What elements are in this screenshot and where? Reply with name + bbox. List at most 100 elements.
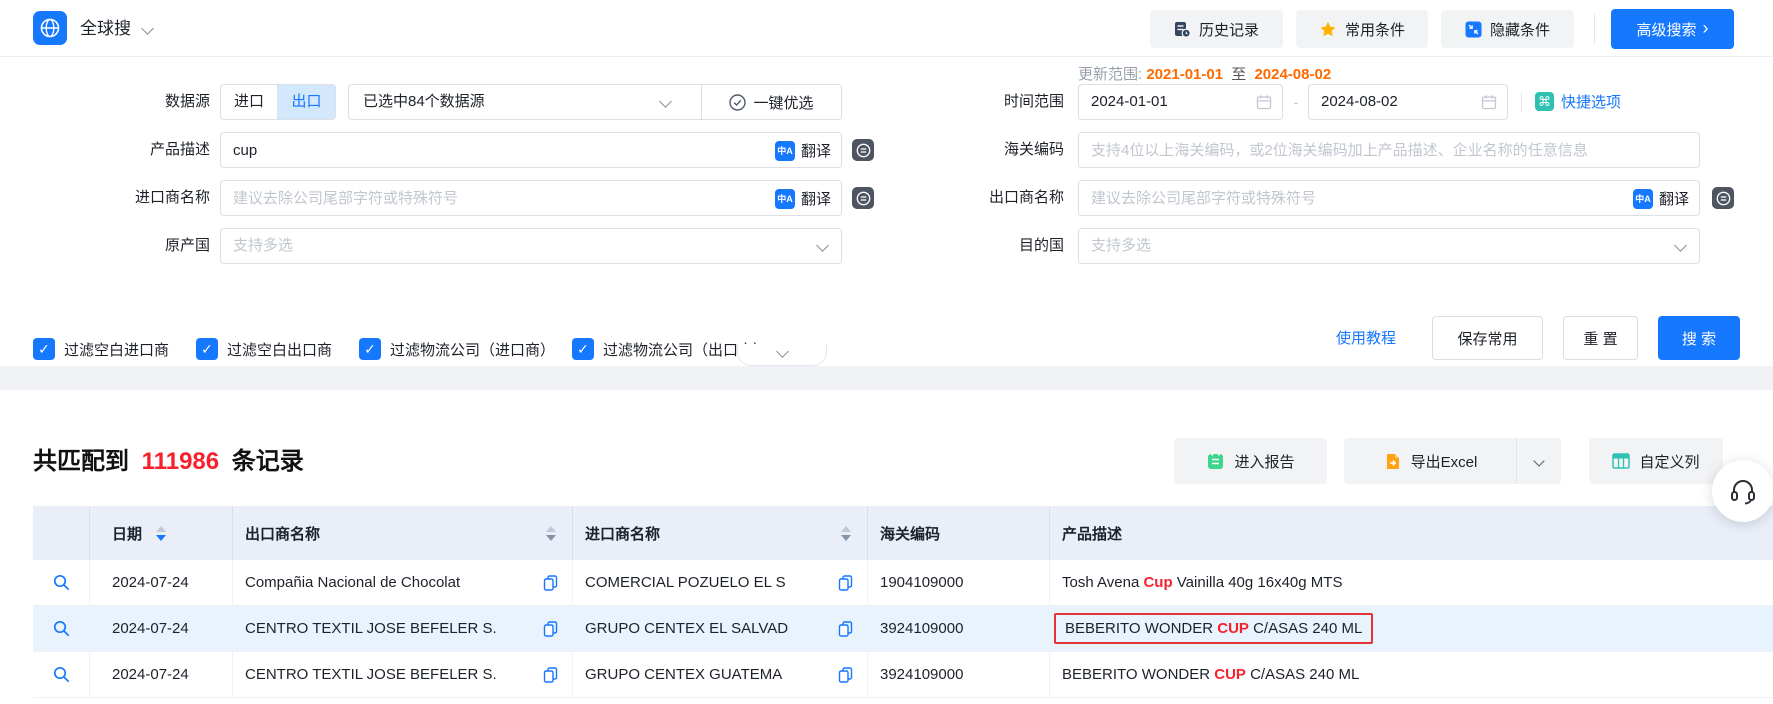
favorites-button[interactable]: 常用条件 <box>1296 10 1428 48</box>
app-switcher-chevron-icon[interactable] <box>141 22 154 35</box>
cell-product: BEBERITO WONDER CUP C/ASAS 240 ML <box>1050 606 1773 651</box>
collapse-icon <box>1465 21 1482 38</box>
data-source-select[interactable]: 已选中84个数据源 一键优选 <box>348 84 842 120</box>
copy-icon[interactable] <box>543 621 558 637</box>
globe-icon <box>38 16 62 40</box>
time-range-label: 时间范围 <box>864 84 1064 120</box>
history-button[interactable]: 历史记录 <box>1150 10 1283 48</box>
annotation-red-box: BEBERITO WONDER CUP C/ASAS 240 ML <box>1054 613 1373 644</box>
table-row: 2024-07-24 Compañia Nacional de Chocolat… <box>33 560 1773 606</box>
caret-up-icon <box>841 526 851 532</box>
cell-importer: GRUPO CENTEX GUATEMA <box>585 666 782 683</box>
one-click-optimize-label: 一键优选 <box>753 92 813 113</box>
translate-button[interactable]: 中A 翻译 <box>1633 188 1689 209</box>
origin-country-placeholder: 支持多选 <box>233 229 293 263</box>
importer-name-input[interactable] <box>221 181 841 215</box>
results-count: 111986 <box>142 448 219 475</box>
excel-export-icon <box>1383 452 1402 471</box>
header-exporter: 出口商名称 <box>233 506 573 560</box>
export-excel-button[interactable]: 导出Excel <box>1344 438 1517 484</box>
hide-conditions-label: 隐藏条件 <box>1490 19 1550 40</box>
quick-options-button[interactable]: 快捷选项 <box>1535 91 1621 112</box>
divider <box>1521 92 1522 112</box>
advanced-search-button[interactable]: 高级搜索 <box>1611 9 1734 49</box>
date-end-value: 2024-08-02 <box>1321 85 1398 119</box>
translate-button[interactable]: 中A 翻译 <box>775 188 831 209</box>
customer-support-button[interactable] <box>1712 460 1773 522</box>
one-click-optimize-button[interactable]: 一键优选 <box>701 85 842 119</box>
filter-blank-importer-checkbox[interactable]: 过滤空白进口商 <box>33 338 169 360</box>
copy-icon[interactable] <box>543 575 558 591</box>
product-desc-input[interactable] <box>221 133 841 167</box>
collapse-panel-tab[interactable] <box>737 344 827 366</box>
enter-report-label: 进入报告 <box>1234 451 1294 472</box>
tab-import[interactable]: 进口 <box>221 85 278 119</box>
exporter-name-field: 中A 翻译 <box>1078 180 1700 216</box>
custom-columns-button[interactable]: 自定义列 <box>1589 438 1723 484</box>
tutorial-link[interactable]: 使用教程 <box>1336 327 1396 348</box>
product-desc-label: 产品描述 <box>0 132 210 168</box>
cell-product: BEBERITO WONDER CUP C/ASAS 240 ML <box>1050 652 1773 697</box>
origin-country-select[interactable]: 支持多选 <box>220 228 842 264</box>
view-detail-magnifier-icon[interactable] <box>53 666 70 683</box>
cell-hs-code: 1904109000 <box>868 560 1050 605</box>
table-columns-icon <box>1612 453 1630 469</box>
history-icon <box>1174 21 1191 38</box>
keyword-match: Cup <box>1143 574 1172 591</box>
hide-conditions-button[interactable]: 隐藏条件 <box>1441 10 1574 48</box>
dest-country-label: 目的国 <box>864 228 1064 264</box>
save-common-button[interactable]: 保存常用 <box>1432 316 1543 360</box>
copy-icon[interactable] <box>838 667 853 683</box>
table-header-row: 日期 出口商名称 进口商名称 海关编码 产品描述 <box>33 506 1773 560</box>
date-start-field[interactable]: 2024-01-01 <box>1078 84 1283 120</box>
sort-control[interactable] <box>156 526 166 541</box>
custom-columns-label: 自定义列 <box>1639 451 1699 472</box>
chevron-down-icon <box>1674 239 1687 252</box>
view-detail-magnifier-icon[interactable] <box>53 574 70 591</box>
exact-match-toggle-icon[interactable] <box>1712 187 1734 209</box>
data-source-tabs: 进口 出口 <box>220 84 336 120</box>
chevron-down-icon <box>1533 455 1544 466</box>
calendar-icon <box>1481 94 1497 110</box>
search-button[interactable]: 搜 索 <box>1658 316 1740 360</box>
star-icon <box>1319 21 1337 38</box>
product-desc-field: 中A 翻译 <box>220 132 842 168</box>
chevron-down-icon <box>659 95 672 108</box>
cell-hs-code: 3924109000 <box>868 606 1050 651</box>
keyword-match: CUP <box>1214 666 1246 683</box>
date-end-field[interactable]: 2024-08-02 <box>1308 84 1508 120</box>
header-detail-column <box>33 506 90 560</box>
sort-control[interactable] <box>546 526 556 541</box>
enter-report-button[interactable]: 进入报告 <box>1174 438 1327 484</box>
importer-name-label: 进口商名称 <box>0 180 210 216</box>
hs-code-input[interactable] <box>1079 133 1699 167</box>
translate-button[interactable]: 中A 翻译 <box>775 140 831 161</box>
copy-icon[interactable] <box>838 621 853 637</box>
global-search-page: 全球搜 历史记录 常用条件 隐藏条件 高级搜索 数据源 进口 <box>0 0 1773 704</box>
translate-icon: 中A <box>1633 189 1653 209</box>
header-product: 产品描述 <box>1050 506 1773 560</box>
translate-icon: 中A <box>775 189 795 209</box>
chevron-down-icon <box>776 345 789 358</box>
importer-name-field: 中A 翻译 <box>220 180 842 216</box>
tab-export[interactable]: 出口 <box>278 85 335 119</box>
results-summary: 共匹配到 111986 条记录 <box>33 441 304 476</box>
cell-date: 2024-07-24 <box>90 560 233 605</box>
cell-date: 2024-07-24 <box>90 652 233 697</box>
date-start-value: 2024-01-01 <box>1091 85 1168 119</box>
dest-country-select[interactable]: 支持多选 <box>1078 228 1700 264</box>
reset-button[interactable]: 重 置 <box>1563 316 1638 360</box>
exporter-name-input[interactable] <box>1079 181 1699 215</box>
exporter-name-label: 出口商名称 <box>864 180 1064 216</box>
header-date: 日期 <box>90 506 233 560</box>
filter-blank-exporter-checkbox[interactable]: 过滤空白出口商 <box>196 338 332 360</box>
copy-icon[interactable] <box>543 667 558 683</box>
origin-country-label: 原产国 <box>0 228 210 264</box>
checkbox-checked-icon <box>33 338 55 360</box>
export-options-caret[interactable] <box>1517 438 1561 484</box>
hs-code-label: 海关编码 <box>864 132 1064 168</box>
view-detail-magnifier-icon[interactable] <box>53 620 70 637</box>
filter-logistics-importer-checkbox[interactable]: 过滤物流公司（进口商） <box>359 338 555 360</box>
copy-icon[interactable] <box>838 575 853 591</box>
sort-control[interactable] <box>841 526 851 541</box>
